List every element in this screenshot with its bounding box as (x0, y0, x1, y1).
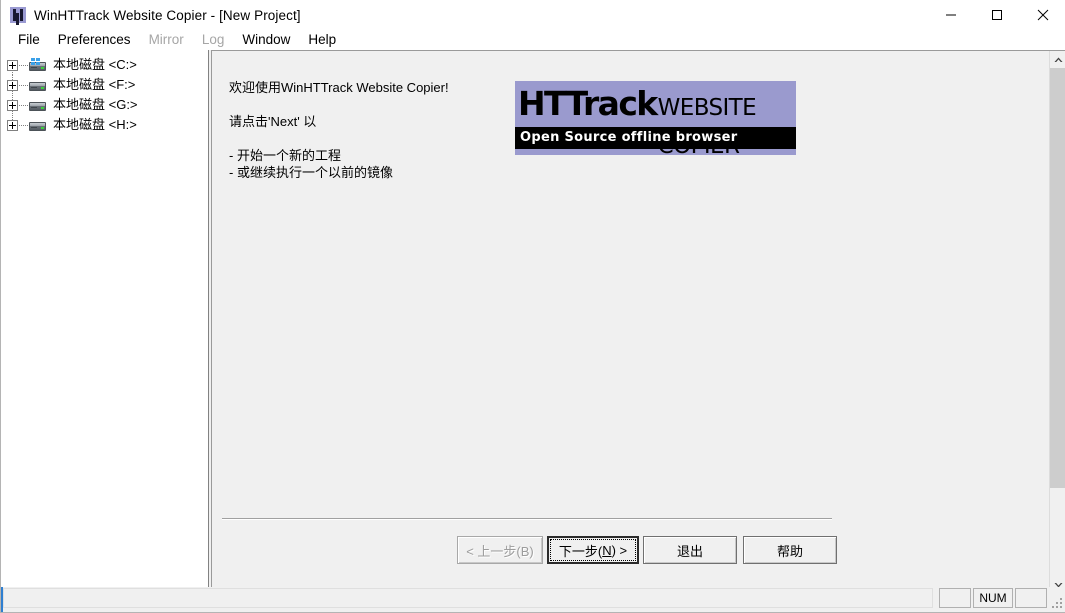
status-pane-num: NUM (973, 588, 1013, 608)
button-row-separator (222, 518, 832, 520)
exit-button[interactable]: 退出 (643, 536, 737, 564)
welcome-bullet-new-project: - 开始一个新的工程 (229, 148, 341, 163)
drive-tree-panel[interactable]: 本地磁盘 <C:> 本地磁盘 <F:> 本地磁盘 <G:> 本地磁盘 <H:> (1, 50, 209, 594)
httrack-banner: HTTrack WEBSITE COPIER Open Source offli… (515, 81, 796, 155)
menu-item-log: Log (201, 32, 225, 47)
vertical-scrollbar[interactable] (1049, 51, 1065, 593)
httrack-banner-tagline-bar: Open Source offline browser (515, 127, 796, 149)
next-button[interactable]: 下一步(N) > (547, 536, 639, 564)
menu-bar: File Preferences Mirror Log Window Help (1, 30, 1065, 50)
drive-icon-system (29, 58, 46, 72)
status-bar: NUM (1, 587, 1065, 612)
resize-grip-icon[interactable] (1050, 596, 1064, 610)
wizard-button-row: < 上一步(B) 下一步(N) > 退出 帮助 (212, 536, 1065, 576)
httrack-banner-title: HTTrack WEBSITE COPIER (515, 84, 796, 156)
maximize-button[interactable] (974, 0, 1020, 30)
next-button-label-post: ) > (611, 542, 628, 558)
scroll-up-arrow-icon[interactable] (1050, 51, 1065, 68)
menu-item-help[interactable]: Help (299, 30, 345, 50)
window-controls (928, 0, 1065, 30)
tree-item-label: 本地磁盘 <H:> (53, 117, 137, 132)
minimize-button[interactable] (928, 0, 974, 30)
tree-item-drive-c[interactable]: 本地磁盘 <C:> (1, 55, 208, 75)
window-accent-edge (1, 587, 3, 612)
main-body: 本地磁盘 <C:> 本地磁盘 <F:> 本地磁盘 <G:> 本地磁盘 <H:> … (1, 50, 1065, 594)
tree-item-label: 本地磁盘 <G:> (53, 97, 138, 112)
menu-item-mirror: Mirror (148, 32, 184, 47)
application-window: WinHTTrack Website Copier - [New Project… (0, 0, 1065, 613)
tree-item-drive-f[interactable]: 本地磁盘 <F:> (1, 75, 208, 95)
scrollbar-thumb[interactable] (1050, 68, 1065, 488)
httrack-logo-icon (10, 7, 26, 23)
welcome-message: 欢迎使用WinHTTrack Website Copier! 请点击'Next'… (229, 80, 449, 181)
drive-icon (29, 118, 46, 132)
tree-connector (19, 64, 28, 66)
tree-connector (19, 84, 28, 86)
tree-item-drive-g[interactable]: 本地磁盘 <G:> (1, 95, 208, 115)
menu-item-preferences[interactable]: Preferences (49, 30, 140, 50)
expand-plus-icon[interactable] (7, 79, 18, 91)
banner-brand-bold: HTTrack (518, 84, 658, 123)
title-bar: WinHTTrack Website Copier - [New Project… (1, 0, 1065, 30)
expand-plus-icon[interactable] (7, 99, 18, 111)
banner-tagline: Open Source offline browser (520, 130, 738, 145)
menu-item-file[interactable]: File (9, 30, 49, 50)
scrollbar-track[interactable] (1050, 68, 1065, 576)
close-button[interactable] (1020, 0, 1065, 30)
menu-item-window[interactable]: Window (233, 30, 299, 50)
drive-icon (29, 78, 46, 92)
welcome-greeting: 欢迎使用WinHTTrack Website Copier! (229, 80, 449, 95)
next-button-accel-key: N (602, 542, 612, 558)
status-pane-1 (939, 588, 971, 608)
welcome-instruction: 请点击'Next' 以 (229, 114, 317, 129)
tree-item-label: 本地磁盘 <F:> (53, 77, 136, 92)
status-message (3, 588, 933, 608)
previous-button: < 上一步(B) (457, 536, 543, 564)
welcome-bullet-resume-mirror: - 或继续执行一个以前的镜像 (229, 165, 393, 180)
expand-plus-icon[interactable] (7, 119, 18, 131)
tree-connector (19, 104, 28, 106)
tree-item-label: 本地磁盘 <C:> (53, 57, 137, 72)
drive-tree-list: 本地磁盘 <C:> 本地磁盘 <F:> 本地磁盘 <G:> 本地磁盘 <H:> (1, 50, 208, 135)
next-button-label-pre: 下一步( (558, 543, 603, 559)
help-button[interactable]: 帮助 (743, 536, 837, 564)
status-pane-3 (1015, 588, 1047, 608)
expand-plus-icon[interactable] (7, 59, 18, 71)
tree-item-drive-h[interactable]: 本地磁盘 <H:> (1, 115, 208, 135)
window-title: WinHTTrack Website Copier - [New Project… (34, 7, 301, 23)
wizard-content-panel: 欢迎使用WinHTTrack Website Copier! 请点击'Next'… (211, 50, 1065, 594)
drive-icon (29, 98, 46, 112)
tree-connector (19, 124, 28, 126)
